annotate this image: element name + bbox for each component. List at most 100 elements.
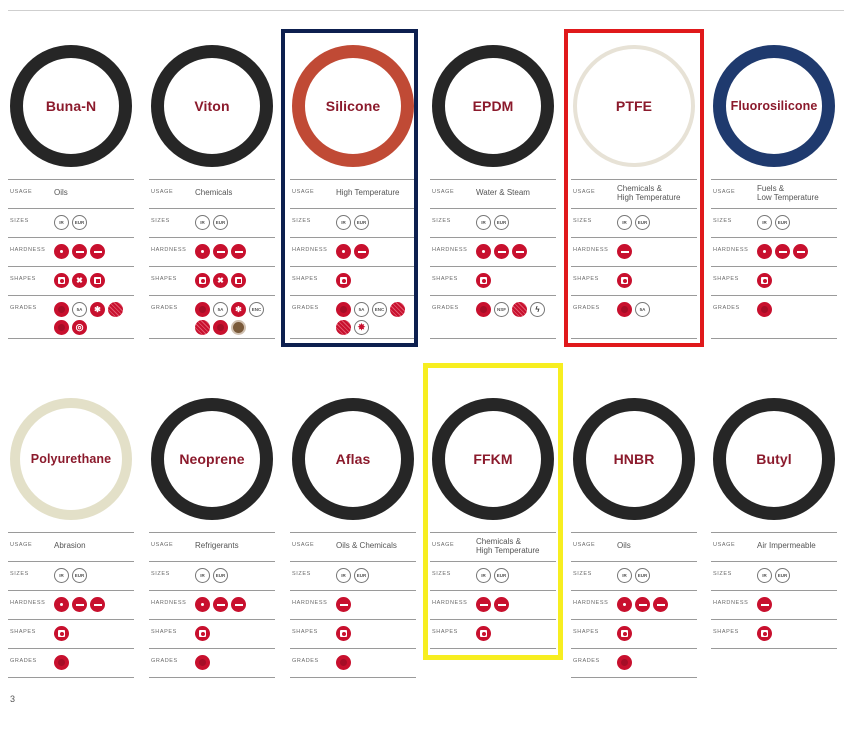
size-size_b-icon: EUR [635, 568, 650, 583]
sizes-label: SIZES [292, 571, 311, 577]
hardness-row: HARDNESS [149, 237, 275, 266]
usage-line: Refrigerants [195, 541, 239, 550]
hardness-label: HARDNESS [151, 247, 187, 253]
material-name: Silicone [325, 98, 381, 114]
sizes-row: SIZES IR EUR [8, 208, 134, 237]
size-size_b-icon: EUR [494, 568, 509, 583]
usage-row: USAGE Fuels & Low Temperature [711, 179, 837, 208]
oring-image: Viton [151, 45, 273, 167]
size-size_a-icon: IR [757, 568, 772, 583]
shapes-row: SHAPES ✖ [8, 266, 134, 295]
sizes-label: SIZES [10, 571, 29, 577]
usage-value: Chemicals [195, 188, 232, 197]
size-size_b-icon: EUR [72, 568, 87, 583]
shape-round-icon [757, 273, 772, 288]
shapes-label: SHAPES [292, 276, 318, 282]
hardness-label: HARDNESS [573, 247, 609, 253]
shape-square-icon [90, 273, 105, 288]
hardness-soft-icon [757, 244, 772, 259]
grades-label: GRADES [292, 305, 319, 311]
hardness-row: HARDNESS [149, 590, 275, 619]
grade-5a-icon: 5A [354, 302, 369, 317]
hardness-dash-icon [494, 244, 509, 259]
usage-label: USAGE [713, 189, 736, 195]
oring-image: Buna-N [10, 45, 132, 167]
hardness-row: HARDNESS [711, 590, 837, 619]
hardness-dash-icon [231, 597, 246, 612]
usage-line: Oils [54, 188, 68, 197]
shapes-row: SHAPES ✖ [149, 266, 275, 295]
grades-row: GRADES NSF ϟ [430, 295, 556, 339]
grades-row: GRADES 5A ✱ ENC [149, 295, 275, 339]
usage-row: USAGE Oils [571, 532, 697, 561]
shapes-row: SHAPES [290, 619, 416, 648]
shapes-label: SHAPES [10, 629, 36, 635]
hardness-soft-icon [54, 244, 69, 259]
top-rule [8, 10, 844, 11]
size-size_b-icon: EUR [354, 215, 369, 230]
sizes-row: SIZES IR EUR [149, 561, 275, 590]
shape-round-icon [757, 626, 772, 641]
usage-label: USAGE [573, 189, 596, 195]
grade-striped-icon [390, 302, 405, 317]
sizes-label: SIZES [151, 571, 170, 577]
grades-row: GRADES [711, 295, 837, 339]
hardness-row: HARDNESS [571, 237, 697, 266]
material-name: EPDM [472, 98, 514, 114]
shape-x-icon: ✖ [72, 273, 87, 288]
shapes-row: SHAPES [149, 619, 275, 648]
sizes-row: SIZES IR EUR [430, 208, 556, 237]
grades-label: GRADES [292, 658, 319, 664]
usage-row: USAGE Oils [8, 179, 134, 208]
grades-label: GRADES [10, 658, 37, 664]
usage-line: Chemicals & [617, 184, 662, 193]
material-name: PTFE [615, 98, 653, 114]
hardness-label: HARDNESS [292, 247, 328, 253]
grade-swirl-icon: ◎ [72, 320, 87, 335]
oring-image: HNBR [573, 398, 695, 520]
size-size_a-icon: IR [617, 215, 632, 230]
usage-value: High Temperature [336, 188, 399, 197]
shapes-row: SHAPES [430, 266, 556, 295]
grade-standard-icon [54, 655, 69, 670]
oring-image: Fluorosilicone [713, 45, 835, 167]
grade-standard-icon [617, 655, 632, 670]
hardness-row: HARDNESS [290, 237, 416, 266]
hardness-label: HARDNESS [432, 600, 468, 606]
grade-nsf-icon: NSF [494, 302, 509, 317]
grade-striped-icon [512, 302, 527, 317]
usage-row: USAGE Oils & Chemicals [290, 532, 416, 561]
page-number: 3 [10, 694, 16, 704]
hardness-dash-icon [90, 597, 105, 612]
size-size_a-icon: IR [336, 215, 351, 230]
hardness-label: HARDNESS [151, 600, 187, 606]
size-size_a-icon: IR [617, 568, 632, 583]
usage-label: USAGE [10, 542, 33, 548]
grades-row: GRADES 5A ✱ ◎ [8, 295, 134, 339]
size-size_b-icon: EUR [354, 568, 369, 583]
size-size_b-icon: EUR [494, 215, 509, 230]
material-name: Butyl [756, 451, 792, 467]
hardness-soft-icon [336, 244, 351, 259]
hardness-row: HARDNESS [571, 590, 697, 619]
hardness-dash-icon [213, 244, 228, 259]
sizes-label: SIZES [432, 571, 451, 577]
shapes-row: SHAPES [571, 619, 697, 648]
grades-row: GRADES 5A ENC ✸ [290, 295, 416, 339]
hardness-dash-icon [653, 597, 668, 612]
size-size_a-icon: IR [476, 568, 491, 583]
hardness-dash-icon [213, 597, 228, 612]
grade-starburst-icon: ✸ [354, 320, 369, 335]
usage-line: Low Temperature [757, 193, 819, 202]
grade-5a-icon: 5A [635, 302, 650, 317]
usage-line: Water & Steam [476, 188, 530, 197]
usage-label: USAGE [432, 542, 455, 548]
usage-line: Oils [617, 541, 631, 550]
usage-line: High Temperature [336, 188, 400, 197]
material-name: Viton [194, 98, 230, 114]
size-size_a-icon: IR [54, 215, 69, 230]
sizes-row: SIZES IR EUR [571, 561, 697, 590]
material-name: Neoprene [179, 451, 245, 467]
shapes-row: SHAPES [8, 619, 134, 648]
shape-round-icon [617, 273, 632, 288]
